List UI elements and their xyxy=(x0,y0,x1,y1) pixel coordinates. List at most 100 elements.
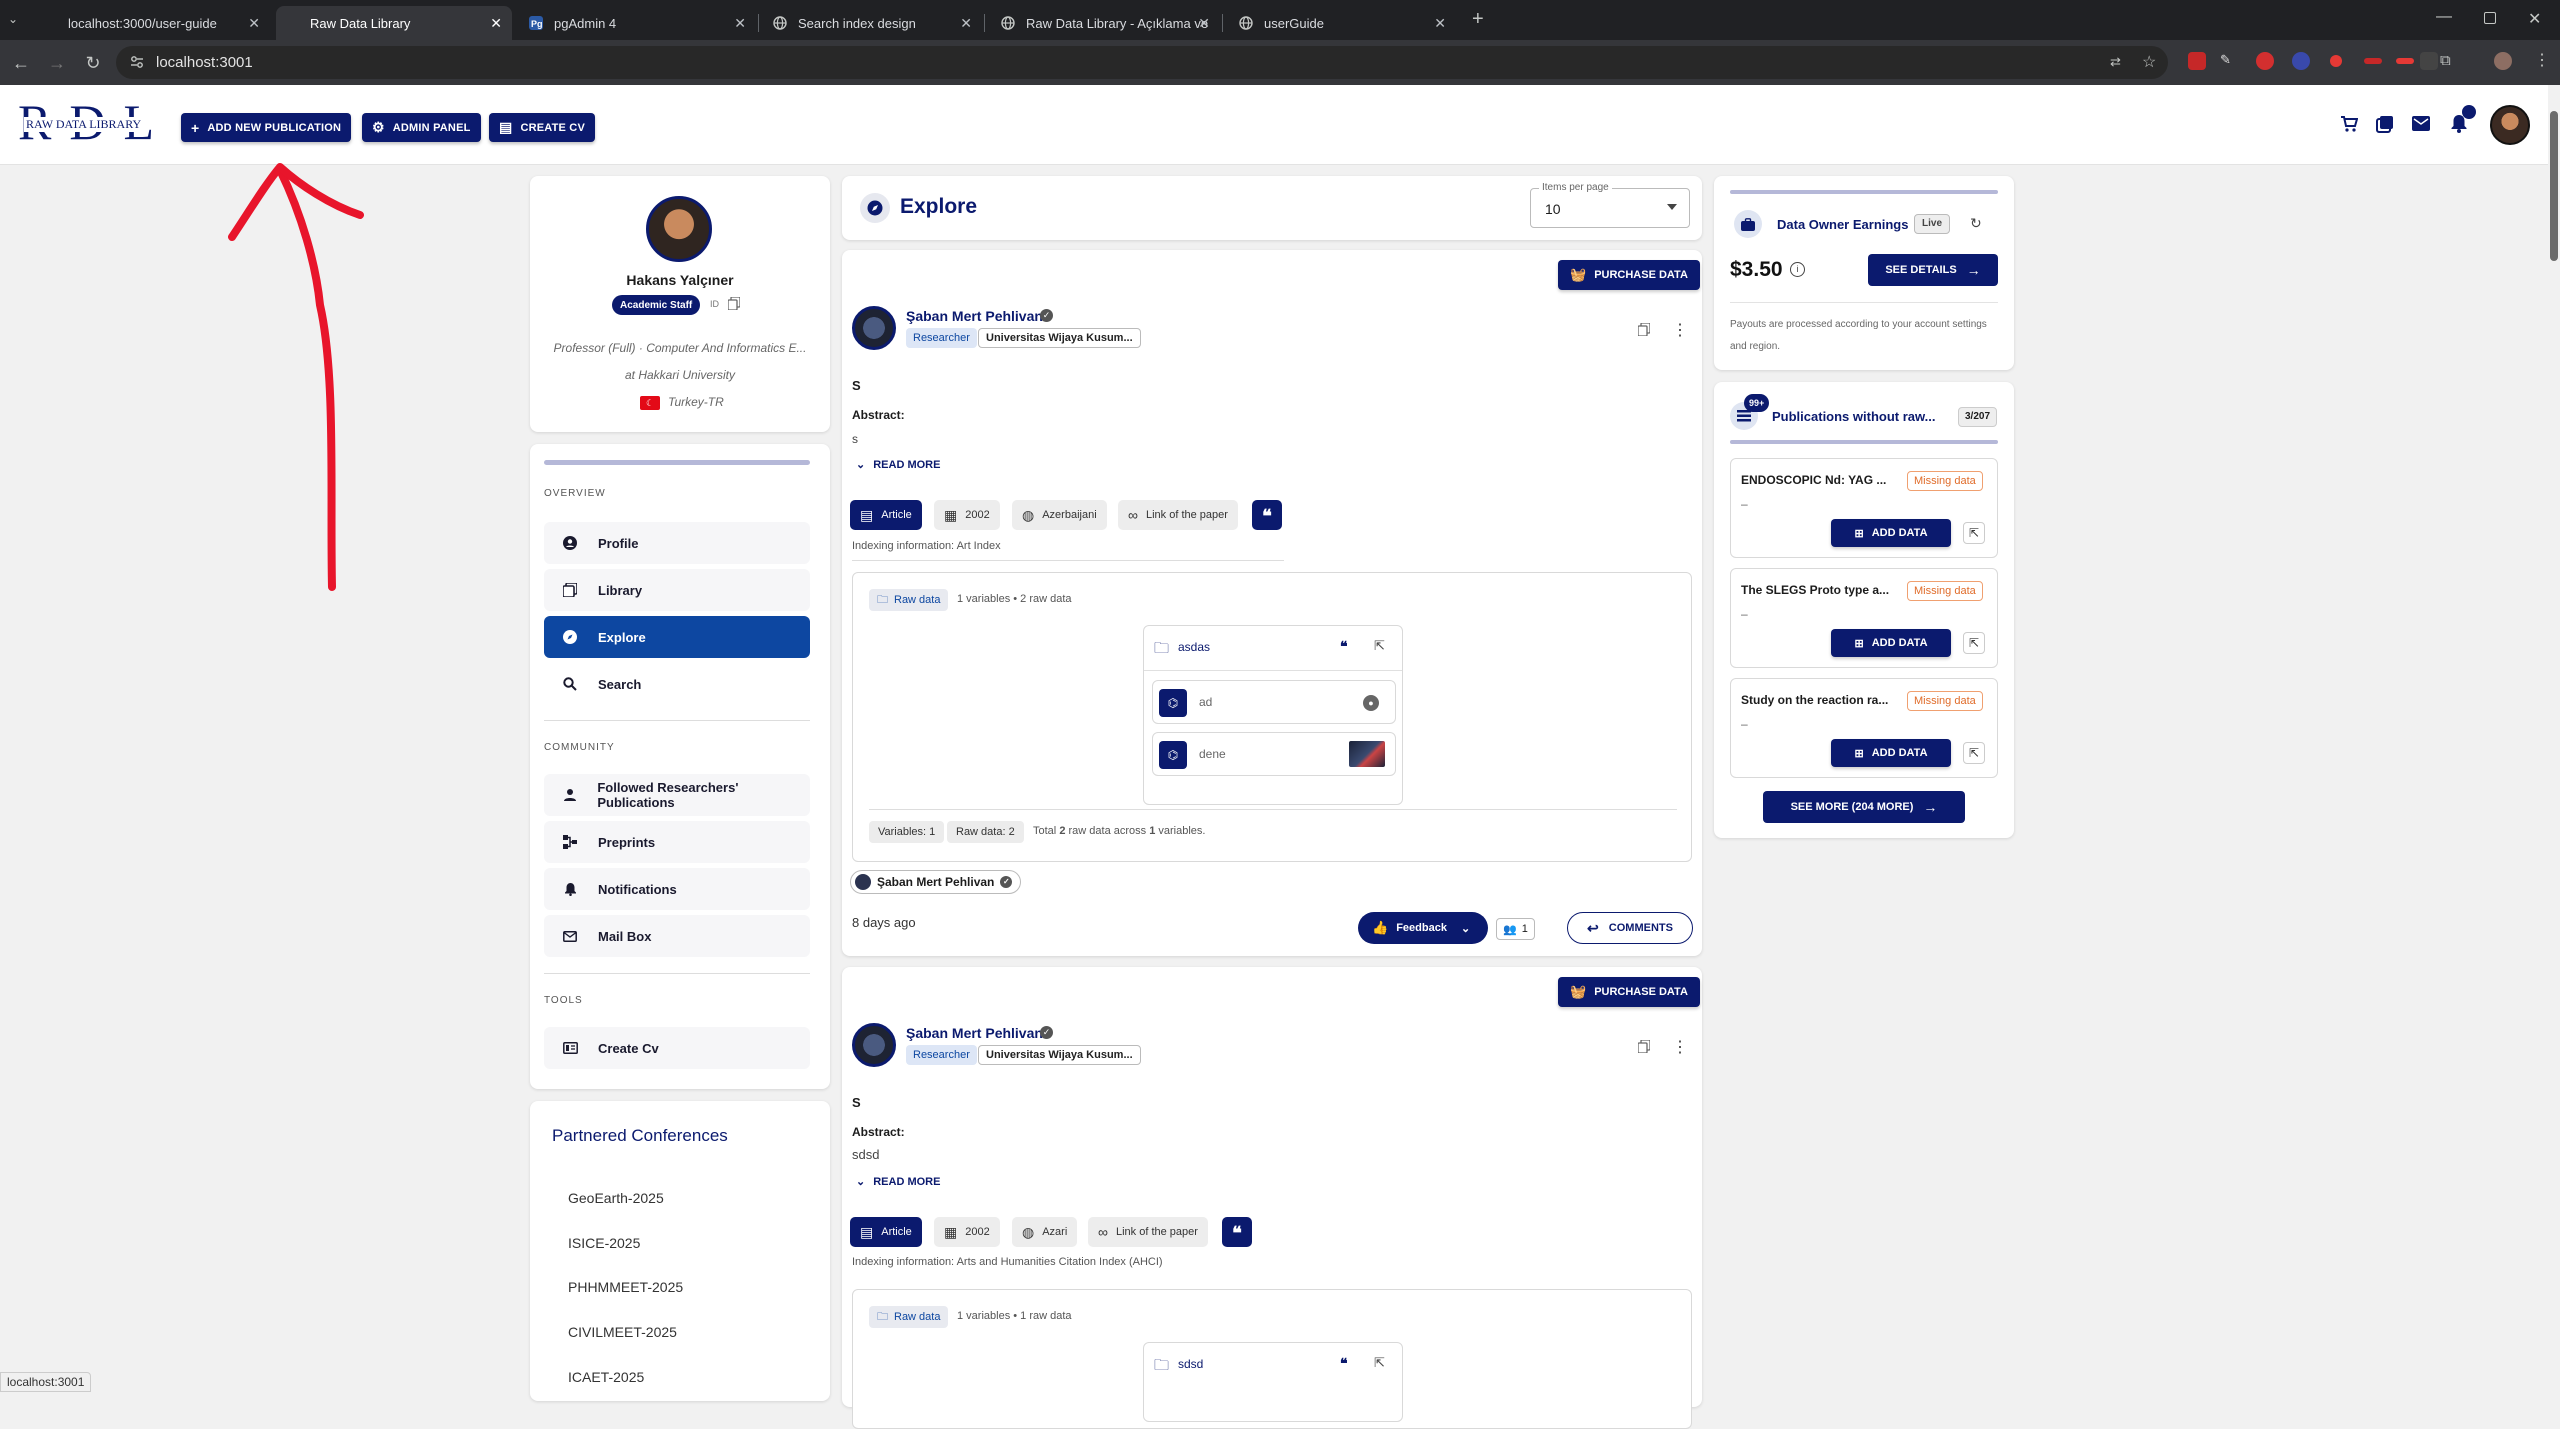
conference-item[interactable]: PHHMMEET-2025 xyxy=(568,1279,683,1295)
copy-id-icon[interactable] xyxy=(728,297,740,310)
sidebar-item-create-cv[interactable]: Create Cv xyxy=(544,1027,810,1069)
tab-search-icon[interactable]: ⌄ xyxy=(8,12,18,26)
read-more-button[interactable]: ⌄ READ MORE xyxy=(856,458,940,471)
extensions-puzzle-icon[interactable]: ⧉ xyxy=(2440,52,2458,70)
site-info-icon[interactable] xyxy=(130,55,144,69)
window-close-icon[interactable]: ✕ xyxy=(2528,9,2541,29)
library-icon[interactable] xyxy=(2376,115,2394,133)
sidebar-item-preprints[interactable]: Preprints xyxy=(544,821,810,863)
add-data-button[interactable]: ⊞ ADD DATA xyxy=(1831,739,1951,767)
see-more-button[interactable]: SEE MORE (204 MORE) → xyxy=(1763,791,1965,823)
see-details-button[interactable]: SEE DETAILS → xyxy=(1868,254,1998,286)
cite-icon[interactable]: ❝ xyxy=(1340,1355,1348,1372)
more-options-icon[interactable]: ⋮ xyxy=(1672,320,1688,340)
minimize-icon[interactable]: — xyxy=(2436,8,2452,26)
paper-link-chip[interactable]: ∞ Link of the paper xyxy=(1088,1217,1208,1247)
cite-button[interactable]: ❝ xyxy=(1252,500,1282,530)
extension-icon[interactable] xyxy=(2292,52,2310,70)
items-per-page-select[interactable]: Items per page 10 xyxy=(1530,182,1690,228)
file-status-icon[interactable]: ● xyxy=(1363,695,1379,711)
rdl-logo[interactable]: RDL RAW DATA LIBRARY xyxy=(18,97,168,153)
tab-rdl-aciklama[interactable]: Raw Data Library - Açıklama ve ✕ xyxy=(988,6,1220,40)
browser-menu-icon[interactable]: ⋮ xyxy=(2534,50,2550,70)
comments-button[interactable]: ↩ COMMENTS xyxy=(1567,912,1693,944)
article-type-chip[interactable]: ▤ Article xyxy=(850,1217,922,1247)
open-external-icon[interactable]: ⇱ xyxy=(1963,522,1985,544)
reload-icon[interactable]: ↻ xyxy=(82,52,104,74)
address-bar[interactable]: localhost:3001 ⇄ ☆ xyxy=(116,46,2168,79)
cite-button[interactable]: ❝ xyxy=(1222,1217,1252,1247)
admin-panel-button[interactable]: ⚙ ADMIN PANEL xyxy=(362,113,481,142)
forward-icon[interactable]: → xyxy=(46,52,68,74)
open-external-icon[interactable]: ⇱ xyxy=(1963,742,1985,764)
conference-item[interactable]: ISICE-2025 xyxy=(568,1235,640,1251)
missing-item-title[interactable]: Study on the reaction ra... xyxy=(1741,693,1888,707)
tab-raw-data-library[interactable]: Raw Data Library ✕ xyxy=(276,6,512,40)
restore-icon[interactable] xyxy=(2484,12,2496,24)
purchase-data-button[interactable]: 🧺 PURCHASE DATA xyxy=(1558,260,1700,290)
followers-count[interactable]: 👥 1 xyxy=(1496,918,1535,940)
author-avatar[interactable] xyxy=(852,1023,896,1067)
close-icon[interactable]: ✕ xyxy=(1434,15,1446,32)
cite-icon[interactable]: ❝ xyxy=(1340,638,1348,655)
purchase-data-button[interactable]: 🧺 PURCHASE DATA xyxy=(1558,977,1700,1007)
read-more-button[interactable]: ⌄ READ MORE xyxy=(856,1175,940,1188)
paper-link-chip[interactable]: ∞ Link of the paper xyxy=(1118,500,1238,530)
author-name[interactable]: Şaban Mert Pehlivan xyxy=(906,1025,1043,1041)
author-avatar[interactable] xyxy=(852,306,896,350)
mail-icon[interactable] xyxy=(2412,116,2430,131)
scrollbar-thumb[interactable] xyxy=(2550,111,2558,261)
file-thumbnail[interactable] xyxy=(1349,741,1385,767)
extension-icon[interactable] xyxy=(2188,52,2206,70)
raw-file-item[interactable]: ⌬ dene xyxy=(1152,732,1396,776)
close-icon[interactable]: ✕ xyxy=(248,15,260,32)
publication-title[interactable]: S xyxy=(852,378,861,393)
tab-pgadmin[interactable]: Pg pgAdmin 4 ✕ xyxy=(516,6,756,40)
raw-file-item[interactable]: ⌬ ad ● xyxy=(1152,680,1396,724)
article-type-chip[interactable]: ▤ Article xyxy=(850,500,922,530)
more-options-icon[interactable]: ⋮ xyxy=(1672,1037,1688,1057)
profile-avatar[interactable] xyxy=(646,196,712,262)
tab-search-index[interactable]: Search index design ✕ xyxy=(760,6,982,40)
publication-title[interactable]: S xyxy=(852,1095,861,1110)
sidebar-item-mailbox[interactable]: Mail Box xyxy=(544,915,810,957)
create-cv-button[interactable]: ▤ CREATE CV xyxy=(489,113,595,142)
open-external-icon[interactable]: ⇱ xyxy=(1963,632,1985,654)
sidebar-item-explore[interactable]: Explore xyxy=(544,616,810,658)
contributor-chip[interactable]: Şaban Mert Pehlivan ✓ xyxy=(850,870,1022,894)
back-icon[interactable]: ← xyxy=(10,52,32,74)
extension-icon[interactable] xyxy=(2396,58,2414,64)
page-scrollbar[interactable] xyxy=(2548,85,2560,1392)
new-tab-icon[interactable]: + xyxy=(1472,8,1484,31)
conference-item[interactable]: ICAET-2025 xyxy=(568,1369,644,1385)
folder-name[interactable]: sdsd xyxy=(1178,1357,1203,1371)
sidebar-item-profile[interactable]: Profile xyxy=(544,522,810,564)
extension-icon[interactable]: ✎ xyxy=(2220,52,2238,70)
sidebar-item-followed[interactable]: Followed Researchers' Publications xyxy=(544,774,810,816)
sidebar-item-library[interactable]: Library xyxy=(544,569,810,611)
conference-item[interactable]: GeoEarth-2025 xyxy=(568,1190,664,1206)
sidebar-item-search[interactable]: Search xyxy=(544,663,810,705)
add-data-button[interactable]: ⊞ ADD DATA xyxy=(1831,519,1951,547)
bookmark-star-icon[interactable]: ☆ xyxy=(2142,52,2156,72)
add-new-publication-button[interactable]: + ADD NEW PUBLICATION xyxy=(181,113,352,142)
sidebar-item-notifications[interactable]: Notifications xyxy=(544,868,810,910)
feedback-button[interactable]: 👍 Feedback ⌄ xyxy=(1358,912,1488,944)
close-icon[interactable]: ✕ xyxy=(960,15,972,32)
missing-item-title[interactable]: ENDOSCOPIC Nd: YAG ... xyxy=(1741,473,1886,487)
copy-icon[interactable] xyxy=(1638,1040,1650,1053)
extension-icon[interactable] xyxy=(2330,55,2342,67)
user-avatar[interactable] xyxy=(2490,105,2530,145)
folder-name[interactable]: asdas xyxy=(1178,640,1210,654)
author-name[interactable]: Şaban Mert Pehlivan xyxy=(906,308,1043,324)
translate-icon[interactable]: ⇄ xyxy=(2110,54,2121,70)
extension-icon[interactable] xyxy=(2420,52,2438,70)
extension-icon[interactable] xyxy=(2256,52,2274,70)
close-icon[interactable]: ✕ xyxy=(1198,15,1210,32)
browser-profile-avatar[interactable] xyxy=(2494,52,2512,70)
close-icon[interactable]: ✕ xyxy=(490,15,502,32)
missing-item-title[interactable]: The SLEGS Proto type a... xyxy=(1741,583,1889,597)
open-external-icon[interactable]: ⇱ xyxy=(1374,1355,1385,1371)
close-icon[interactable]: ✕ xyxy=(734,15,746,32)
conference-item[interactable]: CIVILMEET-2025 xyxy=(568,1324,677,1340)
